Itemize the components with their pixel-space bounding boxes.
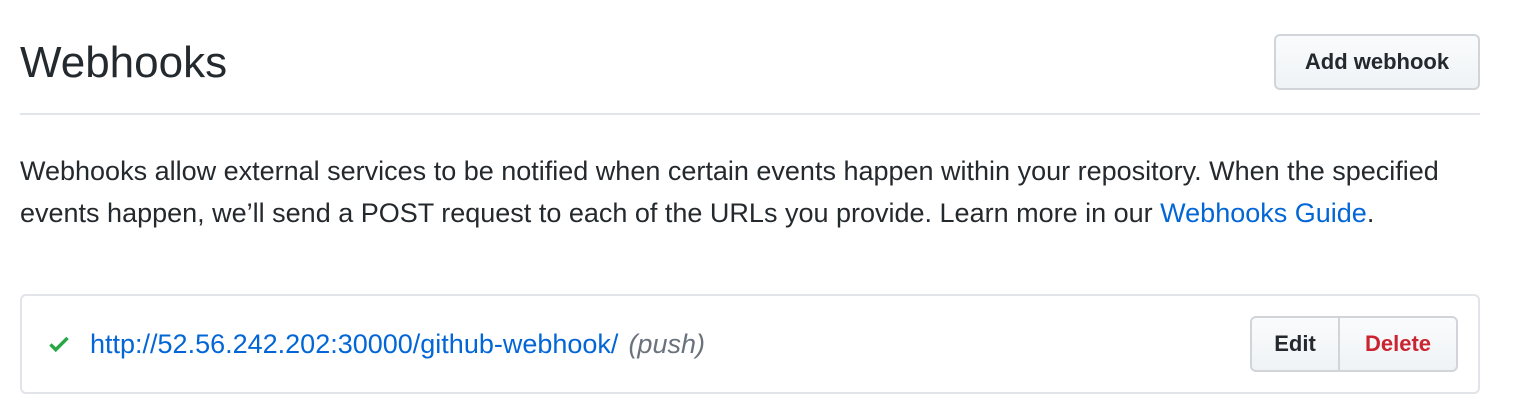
add-webhook-button[interactable]: Add webhook xyxy=(1274,34,1480,90)
check-icon xyxy=(46,331,72,357)
webhook-url-link[interactable]: http://52.56.242.202:30000/github-webhoo… xyxy=(90,329,618,360)
webhook-actions: Edit Delete xyxy=(1250,316,1458,372)
webhooks-settings-page: Webhooks Add webhook Webhooks allow exte… xyxy=(0,0,1526,418)
webhook-events: (push) xyxy=(628,328,705,359)
page-header: Webhooks Add webhook xyxy=(20,0,1480,115)
webhook-list: http://52.56.242.202:30000/github-webhoo… xyxy=(20,294,1480,394)
edit-button[interactable]: Edit xyxy=(1250,316,1340,372)
webhooks-guide-link[interactable]: Webhooks Guide xyxy=(1160,198,1367,228)
page-title: Webhooks xyxy=(20,38,228,87)
webhooks-description: Webhooks allow external services to be n… xyxy=(20,150,1490,234)
webhook-item: http://52.56.242.202:30000/github-webhoo… xyxy=(46,296,705,392)
description-trailing: . xyxy=(1366,198,1375,228)
delete-button[interactable]: Delete xyxy=(1338,316,1458,372)
